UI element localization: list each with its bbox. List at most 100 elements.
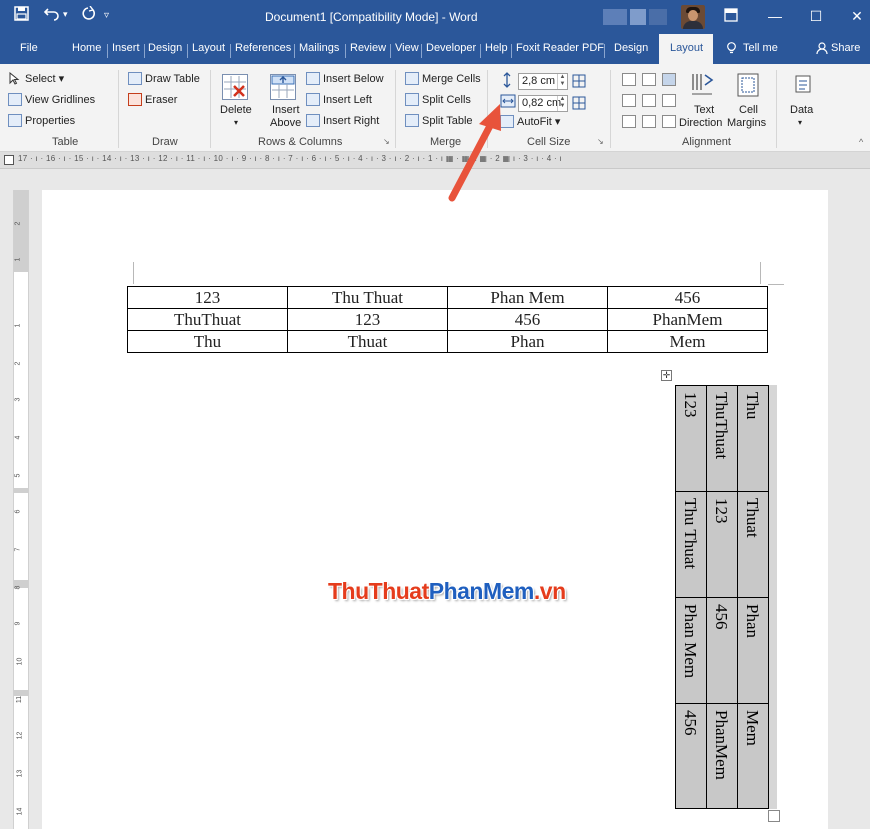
split-table-button[interactable]: Split Table <box>405 114 473 127</box>
horizontal-table[interactable]: 123 Thu Thuat Phan Mem 456 ThuThuat 123 … <box>127 286 768 353</box>
table-cell[interactable]: ThuThuat <box>707 386 737 492</box>
table-cell[interactable]: Thu Thuat <box>676 492 706 598</box>
text-direction-label-1[interactable]: Text <box>694 104 714 116</box>
eraser-button[interactable]: Eraser <box>128 93 177 106</box>
view-gridlines-button[interactable]: View Gridlines <box>8 93 95 106</box>
table-move-handle-icon[interactable]: ✛ <box>661 370 672 381</box>
vertical-table[interactable]: 123 Thu Thuat Phan Mem 456 ThuThuat 123 … <box>675 385 769 809</box>
dialog-launcher-icon[interactable]: ↘ <box>383 137 390 146</box>
cell-margins-label-1[interactable]: Cell <box>739 104 758 116</box>
table-cell[interactable]: 456 <box>447 308 608 331</box>
tell-me-search[interactable]: Tell me <box>743 42 778 54</box>
tab-references[interactable]: References <box>235 42 291 54</box>
data-button[interactable]: Data <box>790 104 813 116</box>
table-cell[interactable]: ThuThuat <box>127 308 288 331</box>
table-cell[interactable]: Phan <box>738 598 768 704</box>
table-resize-handle[interactable] <box>768 810 780 822</box>
table-cell[interactable]: 123 <box>676 386 706 492</box>
tab-table-design[interactable]: Design <box>614 42 648 54</box>
collapse-ribbon-icon[interactable]: ^ <box>859 137 863 147</box>
table-cell[interactable]: Phan Mem <box>447 286 608 309</box>
table-cell[interactable]: 123 <box>287 308 448 331</box>
share-button[interactable]: Share <box>831 42 860 54</box>
delete-button[interactable]: Delete <box>220 104 252 116</box>
table-cell[interactable]: 456 <box>607 286 768 309</box>
data-dropdown-icon[interactable]: ▾ <box>798 118 802 127</box>
redo-icon[interactable] <box>81 5 96 26</box>
insert-left-button[interactable]: Insert Left <box>306 93 372 106</box>
table-cell[interactable]: Thuat <box>287 330 448 353</box>
table-cell[interactable]: PhanMem <box>607 308 768 331</box>
ribbon-display-icon[interactable] <box>724 8 738 27</box>
align-bottom-left-icon[interactable] <box>622 115 636 128</box>
insert-below-button[interactable]: Insert Below <box>306 72 384 85</box>
text-direction-label-2[interactable]: Direction <box>679 117 722 129</box>
distribute-columns-icon[interactable] <box>572 96 586 110</box>
tab-home[interactable]: Home <box>72 42 101 54</box>
customize-quick-access-icon[interactable]: ▿ <box>104 10 109 21</box>
tab-help[interactable]: Help <box>485 42 508 54</box>
tab-layout[interactable]: Layout <box>192 42 225 54</box>
align-center-right-icon[interactable] <box>662 94 676 107</box>
data-icon[interactable] <box>794 74 812 94</box>
table-cell[interactable]: PhanMem <box>707 704 737 809</box>
table-cell[interactable]: Mem <box>607 330 768 353</box>
tab-mailings[interactable]: Mailings <box>299 42 339 54</box>
table-cell[interactable]: 123 <box>127 286 288 309</box>
maximize-button[interactable]: ☐ <box>807 8 825 25</box>
split-cells-button[interactable]: Split Cells <box>405 93 471 106</box>
insert-right-button[interactable]: Insert Right <box>306 114 379 127</box>
table-cell[interactable]: Phan <box>447 330 608 353</box>
tab-insert[interactable]: Insert <box>112 42 140 54</box>
vertical-ruler[interactable]: 2 1 1 2 3 4 5 6 7 8 9 10 11 12 13 14 <box>13 190 29 829</box>
dialog-launcher-icon[interactable]: ↘ <box>597 137 604 146</box>
person-icon[interactable] <box>816 42 828 58</box>
minimize-button[interactable]: — <box>766 8 784 24</box>
table-cell[interactable]: Thu Thuat <box>287 286 448 309</box>
select-button[interactable]: Select ▾ <box>8 71 64 85</box>
insert-above-label-2[interactable]: Above <box>270 117 301 129</box>
horizontal-ruler[interactable]: 17 · ı · 16 · ı · 15 · ı · 14 · ı · 13 ·… <box>0 152 870 169</box>
align-top-center-icon[interactable] <box>642 73 656 86</box>
table-cell[interactable]: 456 <box>707 598 737 704</box>
delete-table-icon[interactable] <box>222 74 248 100</box>
align-center-left-icon[interactable] <box>622 94 636 107</box>
tab-table-layout[interactable]: Layout <box>659 34 713 64</box>
tab-file[interactable]: File <box>20 42 38 54</box>
lightbulb-icon[interactable] <box>726 42 737 58</box>
align-top-left-icon[interactable] <box>622 73 636 86</box>
tab-developer[interactable]: Developer <box>426 42 476 54</box>
tab-selector-icon[interactable] <box>4 155 14 165</box>
cell-margins-label-2[interactable]: Margins <box>727 117 766 129</box>
text-direction-icon[interactable] <box>690 72 714 100</box>
tab-foxit-reader-pdf[interactable]: Foxit Reader PDF <box>516 42 604 54</box>
table-cell[interactable]: 123 <box>707 492 737 598</box>
table-cell[interactable]: Mem <box>738 704 768 809</box>
align-top-right-icon[interactable] <box>662 73 676 86</box>
undo-icon[interactable] <box>43 6 60 26</box>
delete-dropdown-icon[interactable]: ▾ <box>234 118 238 127</box>
insert-above-label-1[interactable]: Insert <box>272 104 300 116</box>
row-height-spinner-icon[interactable]: ▲ ▼ <box>557 74 567 89</box>
autofit-button[interactable]: AutoFit ▾ <box>500 115 560 128</box>
cell-margins-icon[interactable] <box>736 72 760 100</box>
row-height-input[interactable]: 2,8 cm ▲ ▼ <box>518 73 568 90</box>
tab-review[interactable]: Review <box>350 42 386 54</box>
distribute-rows-icon[interactable] <box>572 74 586 88</box>
undo-dropdown-icon[interactable]: ▾ <box>63 9 68 20</box>
column-width-input[interactable]: 0,82 cm ▲ ▼ <box>518 95 568 112</box>
merge-cells-button[interactable]: Merge Cells <box>405 72 481 85</box>
properties-button[interactable]: Properties <box>8 114 75 127</box>
align-bottom-center-icon[interactable] <box>642 115 656 128</box>
save-icon[interactable] <box>14 6 29 26</box>
column-width-spinner-icon[interactable]: ▲ ▼ <box>557 96 567 111</box>
table-cell[interactable]: Thuat <box>738 492 768 598</box>
table-cell[interactable]: Phan Mem <box>676 598 706 704</box>
tab-design[interactable]: Design <box>148 42 182 54</box>
table-cell[interactable]: Thu <box>127 330 288 353</box>
avatar[interactable] <box>681 5 705 29</box>
table-cell[interactable]: Thu <box>738 386 768 492</box>
draw-table-button[interactable]: Draw Table <box>128 72 200 85</box>
tab-view[interactable]: View <box>395 42 419 54</box>
close-button[interactable]: ✕ <box>848 8 866 25</box>
